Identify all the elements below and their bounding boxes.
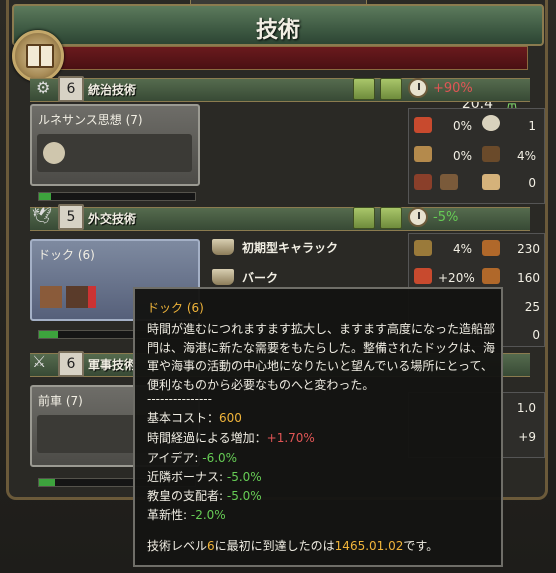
admin-gear-icon: ⚙ bbox=[36, 78, 51, 97]
ship-name-1: 初期型キャラック bbox=[242, 241, 339, 255]
admin-stat-icon-5 bbox=[414, 174, 432, 190]
flag-icon bbox=[88, 286, 96, 308]
book-seal-icon bbox=[12, 30, 64, 82]
diplo-stat-value-2: 230 bbox=[517, 242, 540, 256]
tooltip-papal: 教皇の支配者: -5.0% bbox=[147, 489, 262, 503]
swords-icon: ⚔ bbox=[32, 352, 47, 371]
diplo-stat-value-3: +20% bbox=[438, 271, 475, 285]
admin-idea-title: ルネサンス思想 (7) bbox=[38, 113, 143, 127]
admin-level[interactable]: 6 bbox=[58, 76, 84, 102]
dock-thumb-icon bbox=[40, 286, 62, 308]
mil-level[interactable]: 6 bbox=[58, 351, 84, 377]
mil-tech-label: 軍事技術 bbox=[88, 358, 137, 372]
tech-tooltip: ドック (6) 時間が進むにつれますます拡大し、ますます高度になった造船部門は、… bbox=[133, 287, 503, 567]
admin-stat-icon-1 bbox=[414, 117, 432, 133]
title-bar: 技術 bbox=[12, 4, 544, 46]
tooltip-idea: アイデア: -6.0% bbox=[147, 451, 238, 465]
mil-idea-title: 前車 (7) bbox=[38, 394, 83, 408]
diplo-stat-value-1: 4% bbox=[452, 242, 472, 256]
diplo-stat-value-6: 0 bbox=[532, 328, 540, 342]
diplo-tech-label: 外交技術 bbox=[88, 212, 137, 226]
admin-stat-value-6: 0 bbox=[528, 176, 536, 190]
ship-name-2: バーク bbox=[242, 271, 279, 285]
window-title: 技術 bbox=[255, 18, 300, 43]
tooltip-neighbor: 近隣ボーナス: -5.0% bbox=[147, 470, 262, 484]
diplo-stat-icon-3 bbox=[414, 268, 432, 284]
admin-stat-value-4: 4% bbox=[516, 149, 536, 163]
admin-tech-label: 統治技術 bbox=[88, 83, 137, 97]
diplo-idea-title: ドック (6) bbox=[38, 248, 95, 262]
admin-stat-value-3: 0% bbox=[452, 149, 472, 163]
diplo-stat-value-4: 160 bbox=[517, 271, 540, 285]
admin-stat-icon-4 bbox=[482, 146, 500, 162]
carrack-icon bbox=[212, 239, 234, 255]
monarch-points-bar: 20.4 ⚗ bbox=[46, 46, 528, 112]
admin-modifier: +90% bbox=[433, 81, 473, 96]
admin-idea-icon[interactable] bbox=[380, 78, 402, 100]
admin-stat-icon-3 bbox=[414, 146, 432, 162]
dove-icon: 🕊 bbox=[32, 206, 53, 225]
diplo-stat-icon-2 bbox=[482, 240, 500, 256]
tooltip-base-cost: 基本コスト：600 bbox=[147, 411, 242, 425]
diplo-stat-icon-1 bbox=[414, 240, 432, 256]
tooltip-description: 時間が進むにつれますます拡大し、ますます高度になった造船部門は、海港に新たな需要… bbox=[147, 322, 496, 392]
diplo-bonus-icon[interactable] bbox=[353, 207, 375, 229]
tooltip-divider: --------------- bbox=[147, 392, 212, 406]
diplo-idea-icon[interactable] bbox=[380, 207, 402, 229]
tooltip-first-reached: 技術レベル6に最初に到達したのは1465.01.02です。 bbox=[147, 539, 439, 553]
diplo-level[interactable]: 5 bbox=[58, 204, 84, 230]
admin-idea-slot bbox=[37, 134, 192, 172]
admin-stat-value-1: 0% bbox=[452, 119, 472, 133]
tooltip-time-increase: 時間経過による増加：+1.70% bbox=[147, 431, 315, 445]
admin-stat-icon-2 bbox=[482, 115, 500, 131]
bark-icon bbox=[212, 269, 234, 285]
admin-bonus-icon[interactable] bbox=[353, 78, 375, 100]
mil-stat-value-1: 1.0 bbox=[516, 401, 536, 415]
admin-stat-value-2: 1 bbox=[528, 119, 536, 133]
diplo-stat-value-5: 25 bbox=[524, 300, 540, 314]
diplo-modifier: -5% bbox=[433, 210, 459, 225]
admin-progress-bar bbox=[38, 192, 196, 201]
ship-unlock-1[interactable]: 初期型キャラック bbox=[208, 236, 404, 260]
book-icon bbox=[26, 44, 54, 68]
mil-stat-value-2: +9 bbox=[518, 430, 536, 444]
tooltip-innovativeness: 革新性: -2.0% bbox=[147, 508, 226, 522]
admin-idea-card[interactable]: ルネサンス思想 (7) bbox=[30, 104, 200, 186]
admin-stat-icon-6 bbox=[440, 174, 458, 190]
tooltip-title: ドック (6) bbox=[147, 301, 204, 315]
diplo-clock-icon[interactable] bbox=[408, 207, 428, 227]
diplo-stat-icon-4 bbox=[482, 268, 500, 284]
admin-stat-icon-7 bbox=[482, 174, 500, 190]
ruler-portrait-icon bbox=[66, 286, 88, 308]
admin-clock-icon[interactable] bbox=[408, 78, 428, 98]
advisor-icon bbox=[43, 142, 65, 164]
